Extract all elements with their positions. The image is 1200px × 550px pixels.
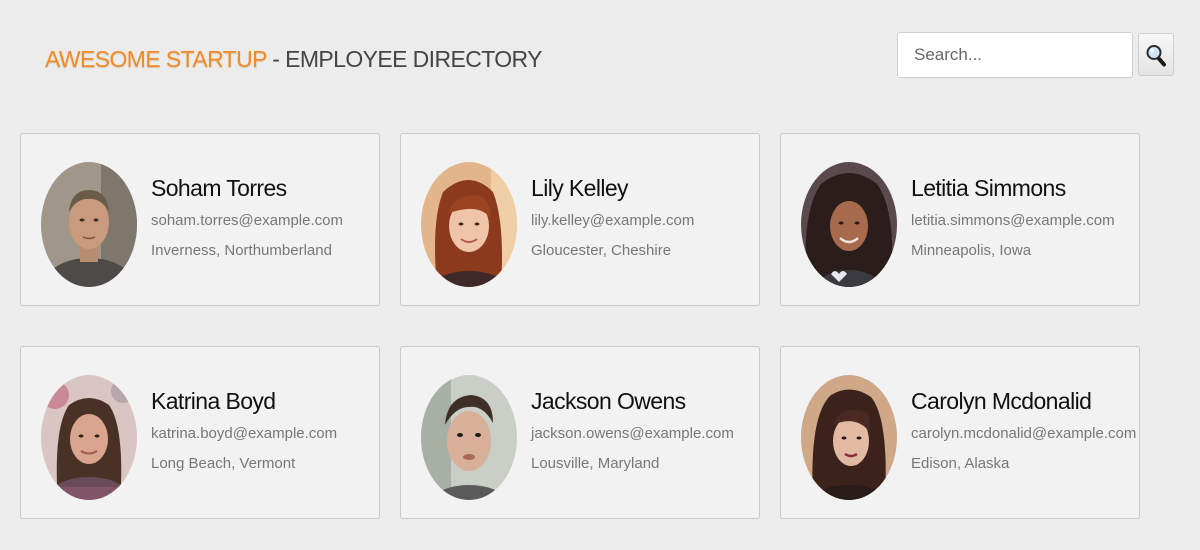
employee-name: Lily Kelley — [531, 175, 629, 201]
employee-name: Katrina Boyd — [151, 388, 276, 414]
employee-email: soham.torres@example.com — [151, 212, 343, 229]
title-separator: - — [266, 46, 286, 72]
avatar — [801, 375, 897, 500]
employee-name: Letitia Simmons — [911, 175, 1066, 201]
employee-card[interactable]: Carolyn Mcdonalid carolyn.mcdonalid@exam… — [780, 346, 1140, 519]
employee-email: letitia.simmons@example.com — [911, 212, 1115, 229]
page-title-text: EMPLOYEE DIRECTORY — [285, 46, 542, 72]
employee-location: Gloucester, Cheshire — [531, 242, 672, 259]
employee-card[interactable]: Lily Kelley lily.kelley@example.com Glou… — [400, 133, 760, 306]
avatar — [421, 375, 517, 500]
page-title: AWESOME STARTUP - EMPLOYEE DIRECTORY — [45, 46, 542, 73]
employee-card[interactable]: Katrina Boyd katrina.boyd@example.com Lo… — [20, 346, 380, 519]
employee-card[interactable]: Letitia Simmons letitia.simmons@example.… — [780, 133, 1140, 306]
avatar — [421, 162, 517, 287]
employee-location: Long Beach, Vermont — [151, 455, 296, 472]
brand-name: AWESOME STARTUP — [45, 46, 267, 72]
employee-email: jackson.owens@example.com — [531, 425, 734, 442]
employee-email: carolyn.mcdonalid@example.com — [911, 425, 1137, 442]
employee-name: Jackson Owens — [531, 388, 686, 414]
employee-grid: Soham Torres soham.torres@example.com In… — [20, 133, 1140, 519]
employee-name: Soham Torres — [151, 175, 287, 201]
search-input[interactable] — [897, 32, 1133, 78]
employee-card[interactable]: Jackson Owens jackson.owens@example.com … — [400, 346, 760, 519]
employee-location: Inverness, Northumberland — [151, 242, 332, 259]
employee-directory-page: AWESOME STARTUP - EMPLOYEE DIRECTORY Sea… — [0, 0, 1200, 550]
employee-location: Lousville, Maryland — [531, 455, 660, 472]
avatar — [41, 162, 137, 287]
magnifier-icon — [1146, 44, 1166, 66]
employee-card[interactable]: Soham Torres soham.torres@example.com In… — [20, 133, 380, 306]
employee-location: Minneapolis, Iowa — [911, 242, 1032, 259]
employee-name: Carolyn Mcdonalid — [911, 388, 1092, 414]
search-button[interactable] — [1138, 33, 1174, 76]
employee-location: Edison, Alaska — [911, 455, 1010, 472]
employee-email: lily.kelley@example.com — [531, 212, 695, 229]
avatar — [801, 162, 897, 287]
avatar — [41, 375, 137, 500]
employee-email: katrina.boyd@example.com — [151, 425, 338, 442]
